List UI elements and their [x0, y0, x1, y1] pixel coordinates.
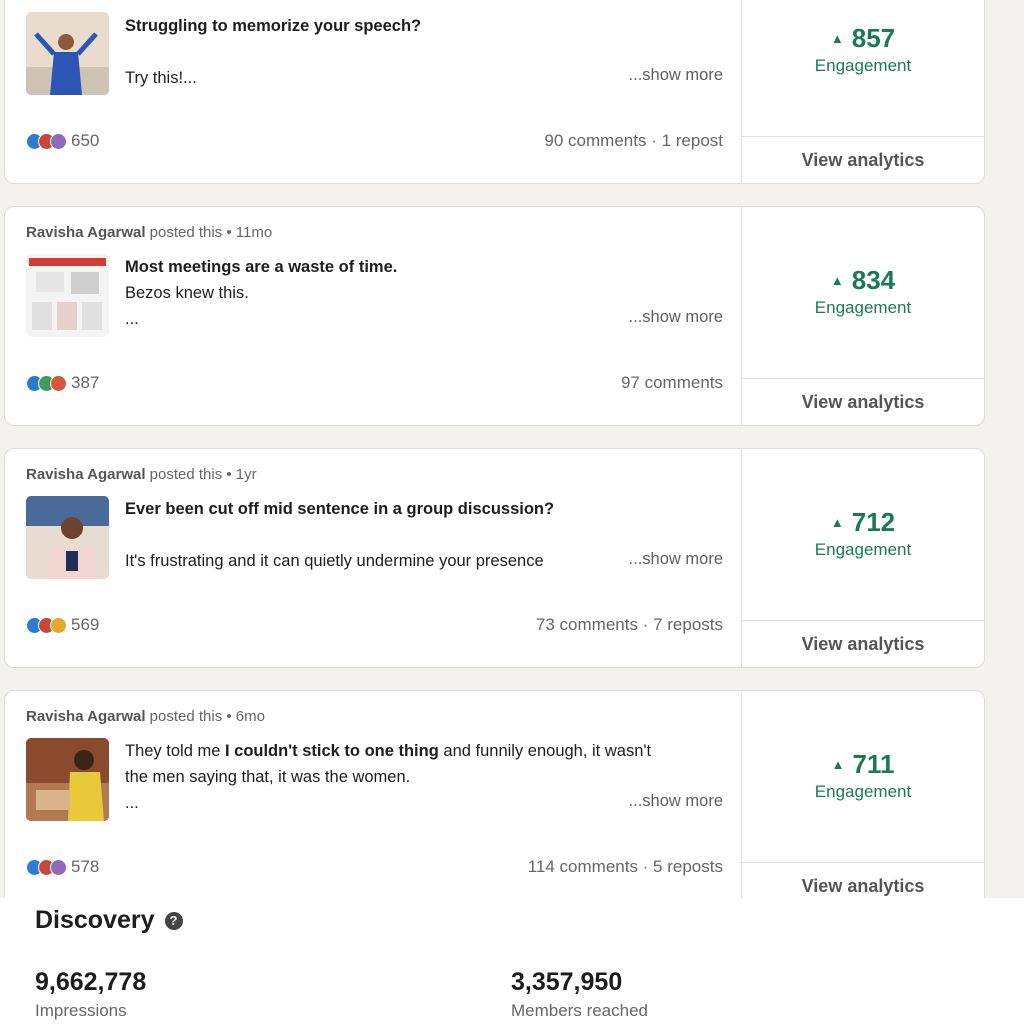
post-meta: posted this • 6mo	[149, 708, 265, 725]
post-meta: posted this • 11mo	[149, 224, 273, 241]
comments-count[interactable]: 90 comments · 1 repost	[544, 131, 723, 151]
up-arrow-icon: ▲	[830, 31, 844, 46]
post-analytics-panel: ▲ 712 Engagement View analytics	[741, 449, 984, 667]
impressions-label: Impressions	[35, 1001, 127, 1020]
post-text-segment: It's frustrating and it can quietly unde…	[125, 552, 544, 570]
reaction-count: 569	[71, 615, 100, 634]
reactions[interactable]: 387	[26, 373, 99, 393]
post-thumbnail[interactable]	[26, 738, 109, 821]
view-analytics-button[interactable]: View analytics	[742, 620, 984, 667]
engagement-value: 711	[852, 749, 895, 779]
insightful-reaction-icon	[50, 616, 67, 634]
engagement-label: Engagement	[814, 56, 912, 75]
post-analytics-panel: ▲ 711 Engagement View analytics	[741, 691, 984, 919]
post-analytics-panel: ▲ 857 Engagement View analytics	[741, 0, 984, 183]
post-thumbnail[interactable]	[26, 496, 109, 579]
show-more-link[interactable]: ...show more	[624, 792, 723, 811]
reactions[interactable]: 578	[26, 857, 99, 877]
discovery-panel: Discovery? 9,662,778 Impressions 3,357,9…	[0, 898, 1024, 1024]
impressions-metric: 9,662,778 Impressions	[35, 968, 146, 1021]
engagement-value: 834	[851, 265, 896, 295]
post-text-segment: Struggling to memorize your speech?	[125, 17, 422, 35]
comments-count[interactable]: 97 comments	[621, 373, 723, 393]
author-line: Ravisha Agarwal posted this • 6mo	[26, 708, 265, 725]
post-text-segment: Try this!...	[125, 69, 197, 87]
author-name[interactable]: Ravisha Agarwal	[26, 708, 146, 725]
reaction-count: 578	[71, 857, 100, 876]
reaction-count: 387	[71, 373, 100, 392]
post-text-segment: Ever been cut off mid sentence in a grou…	[125, 500, 555, 518]
post-body: Ravisha Agarwal posted this • 11mo Most …	[5, 207, 741, 425]
post-text-segment: the men saying that, it was the women.	[125, 768, 411, 786]
post-meta: posted this • 1yr	[149, 466, 257, 483]
comments-count[interactable]: 114 comments · 5 reposts	[528, 857, 723, 877]
up-arrow-icon: ▲	[831, 757, 845, 772]
post-card: Ravisha Agarwal posted this • 1yr Ever b…	[4, 448, 985, 668]
post-text-segment: They told me	[125, 742, 225, 760]
engagement-label: Engagement	[814, 298, 912, 317]
post-body: Struggling to memorize your speech? Try …	[5, 0, 741, 183]
support-reaction-icon	[50, 858, 67, 876]
post-text-segment: ...	[125, 310, 139, 328]
love-reaction-icon	[50, 374, 67, 392]
discovery-heading: Discovery	[35, 906, 155, 934]
up-arrow-icon: ▲	[830, 515, 844, 530]
reaction-icons	[26, 616, 67, 634]
post-thumbnail[interactable]	[26, 254, 109, 337]
author-name[interactable]: Ravisha Agarwal	[26, 466, 146, 483]
reaction-icons	[26, 132, 67, 150]
reaction-count: 650	[71, 131, 100, 150]
members-reached-value: 3,357,950	[511, 968, 623, 996]
view-analytics-button[interactable]: View analytics	[742, 378, 984, 425]
post-analytics-panel: ▲ 834 Engagement View analytics	[741, 207, 984, 425]
show-more-link[interactable]: ...show more	[624, 550, 723, 569]
author-name[interactable]: Ravisha Agarwal	[26, 224, 146, 241]
help-icon[interactable]: ?	[164, 912, 183, 930]
author-line: Ravisha Agarwal posted this • 11mo	[26, 224, 272, 241]
reactions[interactable]: 650	[26, 131, 99, 151]
post-thumbnail[interactable]	[26, 12, 109, 95]
up-arrow-icon: ▲	[830, 273, 844, 288]
author-line: Ravisha Agarwal posted this • 1yr	[26, 466, 257, 483]
post-text-segment: Bezos knew this.	[125, 284, 249, 302]
post-text-segment: and funnily enough, it wasn't	[438, 742, 652, 760]
show-more-link[interactable]: ...show more	[624, 66, 723, 85]
support-reaction-icon	[50, 132, 67, 150]
post-text-segment: ...	[125, 794, 139, 812]
discovery-title: Discovery?	[35, 906, 183, 935]
reactions[interactable]: 569	[26, 615, 99, 635]
view-analytics-button[interactable]: View analytics	[742, 136, 984, 183]
show-more-link[interactable]: ...show more	[624, 308, 723, 327]
post-card: Ravisha Agarwal posted this • 11mo Most …	[4, 206, 985, 426]
comments-count[interactable]: 73 comments · 7 reposts	[536, 615, 723, 635]
members-reached-label: Members reached	[511, 1001, 649, 1020]
impressions-value: 9,662,778	[35, 968, 147, 996]
engagement-value: 857	[851, 23, 896, 53]
members-reached-metric: 3,357,950 Members reached	[511, 968, 648, 1021]
engagement-label: Engagement	[814, 540, 912, 559]
post-card: Struggling to memorize your speech? Try …	[4, 0, 985, 184]
engagement-label: Engagement	[814, 782, 912, 801]
post-body: Ravisha Agarwal posted this • 1yr Ever b…	[5, 449, 741, 667]
engagement-value: 712	[851, 507, 896, 537]
post-card: Ravisha Agarwal posted this • 6mo They t…	[4, 690, 985, 920]
post-body: Ravisha Agarwal posted this • 6mo They t…	[5, 691, 741, 919]
post-text-segment: I couldn't stick to one thing	[224, 742, 439, 760]
reaction-icons	[26, 858, 67, 876]
reaction-icons	[26, 374, 67, 392]
post-text-segment: Most meetings are a waste of time.	[125, 258, 398, 276]
